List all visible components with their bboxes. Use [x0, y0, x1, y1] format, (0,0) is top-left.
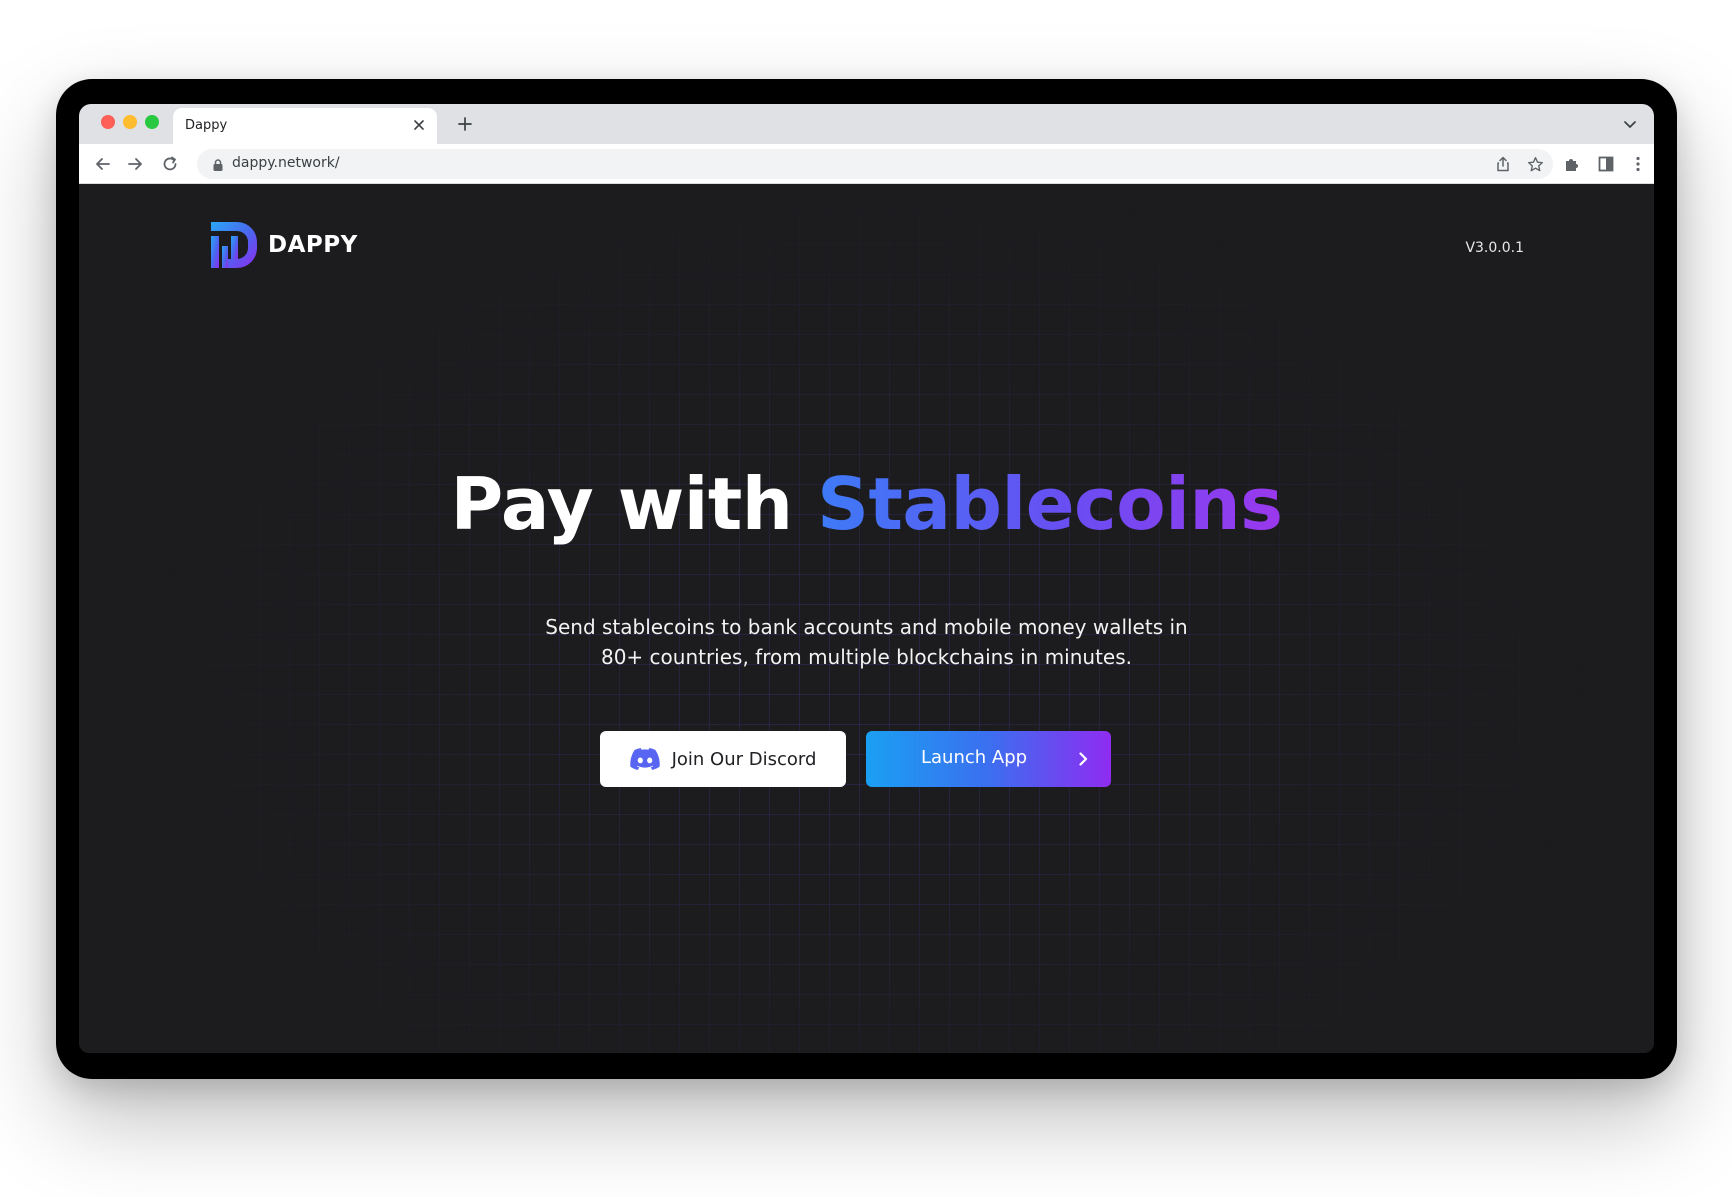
reload-icon[interactable] [158, 152, 182, 176]
hero-title: Pay with Stablecoins [79, 462, 1654, 546]
plus-icon[interactable] [453, 112, 477, 136]
star-icon[interactable] [1525, 154, 1545, 174]
tab-strip: Dappy [79, 104, 1654, 144]
hero-subtitle: Send stablecoins to bank accounts and mo… [79, 612, 1654, 672]
join-discord-button[interactable]: Join Our Discord [600, 731, 846, 787]
device-frame: Dappy dappy.network/ DAPPY V3.0.0.1 Pay … [56, 79, 1677, 1079]
hero-title-accent: Stablecoins [817, 462, 1283, 546]
launch-app-button[interactable]: Launch App [866, 731, 1111, 787]
chevron-down-icon[interactable] [1620, 114, 1640, 134]
close-window-button[interactable] [101, 115, 115, 129]
url-text: dappy.network/ [232, 155, 340, 171]
logo-text: DAPPY [268, 232, 358, 258]
tab-title: Dappy [185, 118, 228, 133]
browser-tab-active[interactable]: Dappy [173, 108, 437, 144]
address-bar[interactable]: dappy.network/ [197, 149, 1553, 179]
launch-app-label: Launch App [921, 747, 1028, 768]
dappy-logo-icon [211, 222, 257, 268]
minimize-window-button[interactable] [123, 115, 137, 129]
hero-subtitle-line-2: 80+ countries, from multiple blockchains… [600, 645, 1133, 669]
join-discord-label: Join Our Discord [671, 748, 817, 770]
close-icon[interactable] [409, 115, 429, 135]
browser-window: Dappy dappy.network/ DAPPY V3.0.0.1 Pay … [79, 104, 1654, 1053]
hero-title-plain: Pay with [450, 462, 818, 546]
share-icon[interactable] [1493, 154, 1513, 174]
arrow-left-icon[interactable] [91, 152, 115, 176]
maximize-window-button[interactable] [145, 115, 159, 129]
puzzle-icon[interactable] [1560, 152, 1584, 176]
version-label: V3.0.0.1 [1465, 240, 1524, 256]
lock-icon [211, 157, 225, 171]
arrow-right-icon[interactable] [123, 152, 147, 176]
kebab-menu-icon[interactable] [1626, 152, 1650, 176]
browser-toolbar: dappy.network/ [79, 144, 1654, 184]
discord-icon [629, 748, 660, 770]
page-content: DAPPY V3.0.0.1 Pay with Stablecoins Send… [79, 184, 1654, 1053]
site-logo[interactable]: DAPPY [211, 222, 358, 268]
hero-subtitle-line-1: Send stablecoins to bank accounts and mo… [545, 615, 1188, 639]
chevron-right-icon [1079, 752, 1088, 766]
side-panel-icon[interactable] [1594, 152, 1618, 176]
